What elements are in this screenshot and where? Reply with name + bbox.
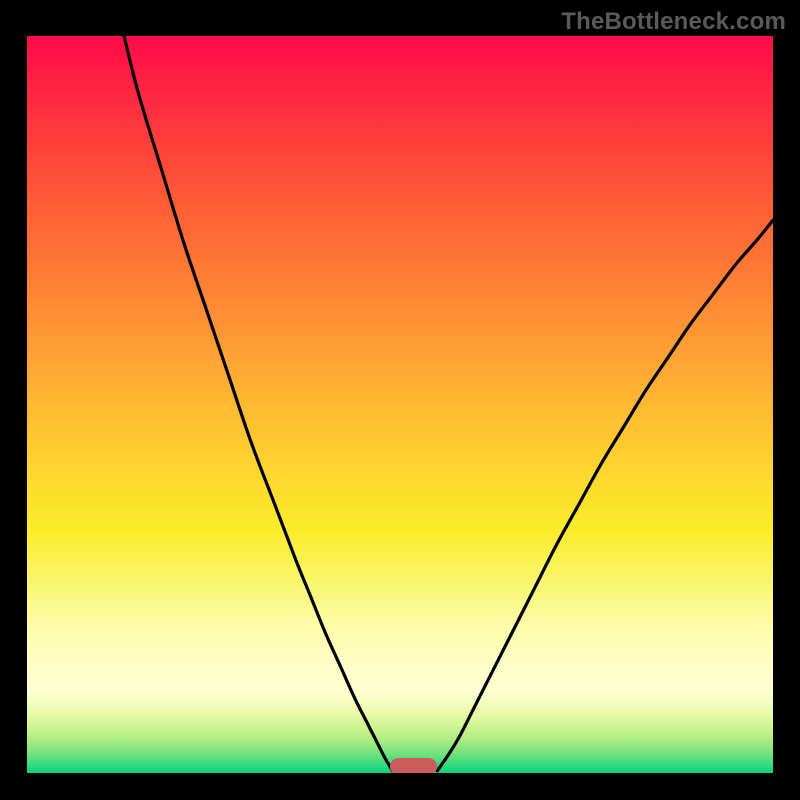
chart-frame: TheBottleneck.com <box>0 0 800 800</box>
right-curve <box>437 220 773 771</box>
bottleneck-marker <box>390 758 438 773</box>
left-curve <box>124 36 393 771</box>
watermark-text: TheBottleneck.com <box>561 8 786 36</box>
plot-area <box>27 36 773 773</box>
curve-overlay <box>27 36 773 773</box>
